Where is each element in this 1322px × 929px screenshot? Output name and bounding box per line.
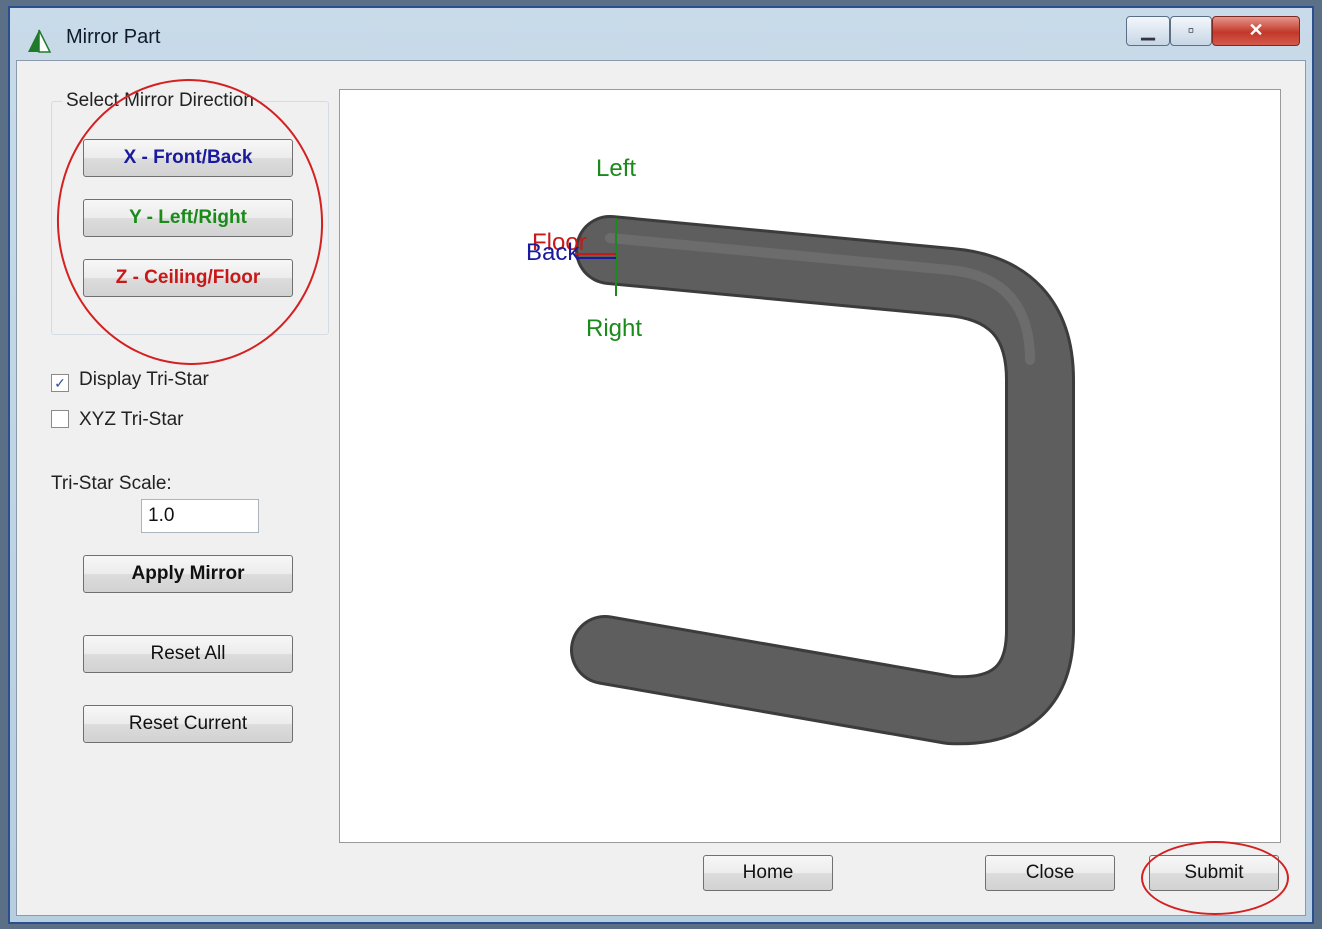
xyz-tristar-label: XYZ Tri-Star (79, 409, 184, 430)
window-title: Mirror Part (66, 26, 161, 48)
display-tristar-label: Display Tri-Star (79, 369, 209, 390)
close-icon: ✕ (1248, 20, 1264, 40)
minimize-icon: ▁ (1141, 20, 1155, 40)
3d-viewport[interactable]: Left Right Floor Back (339, 89, 1281, 843)
mirror-direction-legend: Select Mirror Direction (62, 90, 258, 112)
home-button[interactable]: Home (703, 855, 833, 891)
viewport-canvas: Left Right Floor Back (526, 155, 1075, 746)
z-ceiling-floor-button[interactable]: Z - Ceiling/Floor (83, 259, 293, 297)
xyz-tristar-checkbox[interactable] (51, 410, 69, 428)
tristar-scale-input[interactable] (141, 499, 259, 533)
reset-current-button[interactable]: Reset Current (83, 705, 293, 743)
close-window-button[interactable]: ✕ (1212, 16, 1300, 46)
reset-all-button[interactable]: Reset All (83, 635, 293, 673)
tristar-left-label: Left (596, 155, 636, 182)
mirror-part-window: Mirror Part ▁ ▫ ✕ Select Mirror Directio… (8, 6, 1314, 924)
xyz-tristar-row[interactable]: XYZ Tri-Star (51, 409, 184, 431)
display-tristar-row[interactable]: ✓ Display Tri-Star (51, 369, 209, 392)
tristar-scale-label: Tri-Star Scale: (51, 473, 172, 494)
close-button[interactable]: Close (985, 855, 1115, 891)
dialog-client-area: Select Mirror Direction X - Front/Back Y… (16, 60, 1306, 916)
maximize-button[interactable]: ▫ (1170, 16, 1212, 46)
y-left-right-button[interactable]: Y - Left/Right (83, 199, 293, 237)
title-bar[interactable]: Mirror Part ▁ ▫ ✕ (10, 8, 1312, 60)
app-icon (28, 29, 52, 53)
submit-button[interactable]: Submit (1149, 855, 1279, 891)
display-tristar-checkbox[interactable]: ✓ (51, 374, 69, 392)
tube-part (573, 218, 1072, 743)
apply-mirror-button[interactable]: Apply Mirror (83, 555, 293, 593)
maximize-icon: ▫ (1187, 20, 1195, 40)
x-front-back-button[interactable]: X - Front/Back (83, 139, 293, 177)
minimize-button[interactable]: ▁ (1126, 16, 1170, 46)
tristar-right-label: Right (586, 315, 642, 342)
tristar-back-label: Back (526, 239, 580, 266)
